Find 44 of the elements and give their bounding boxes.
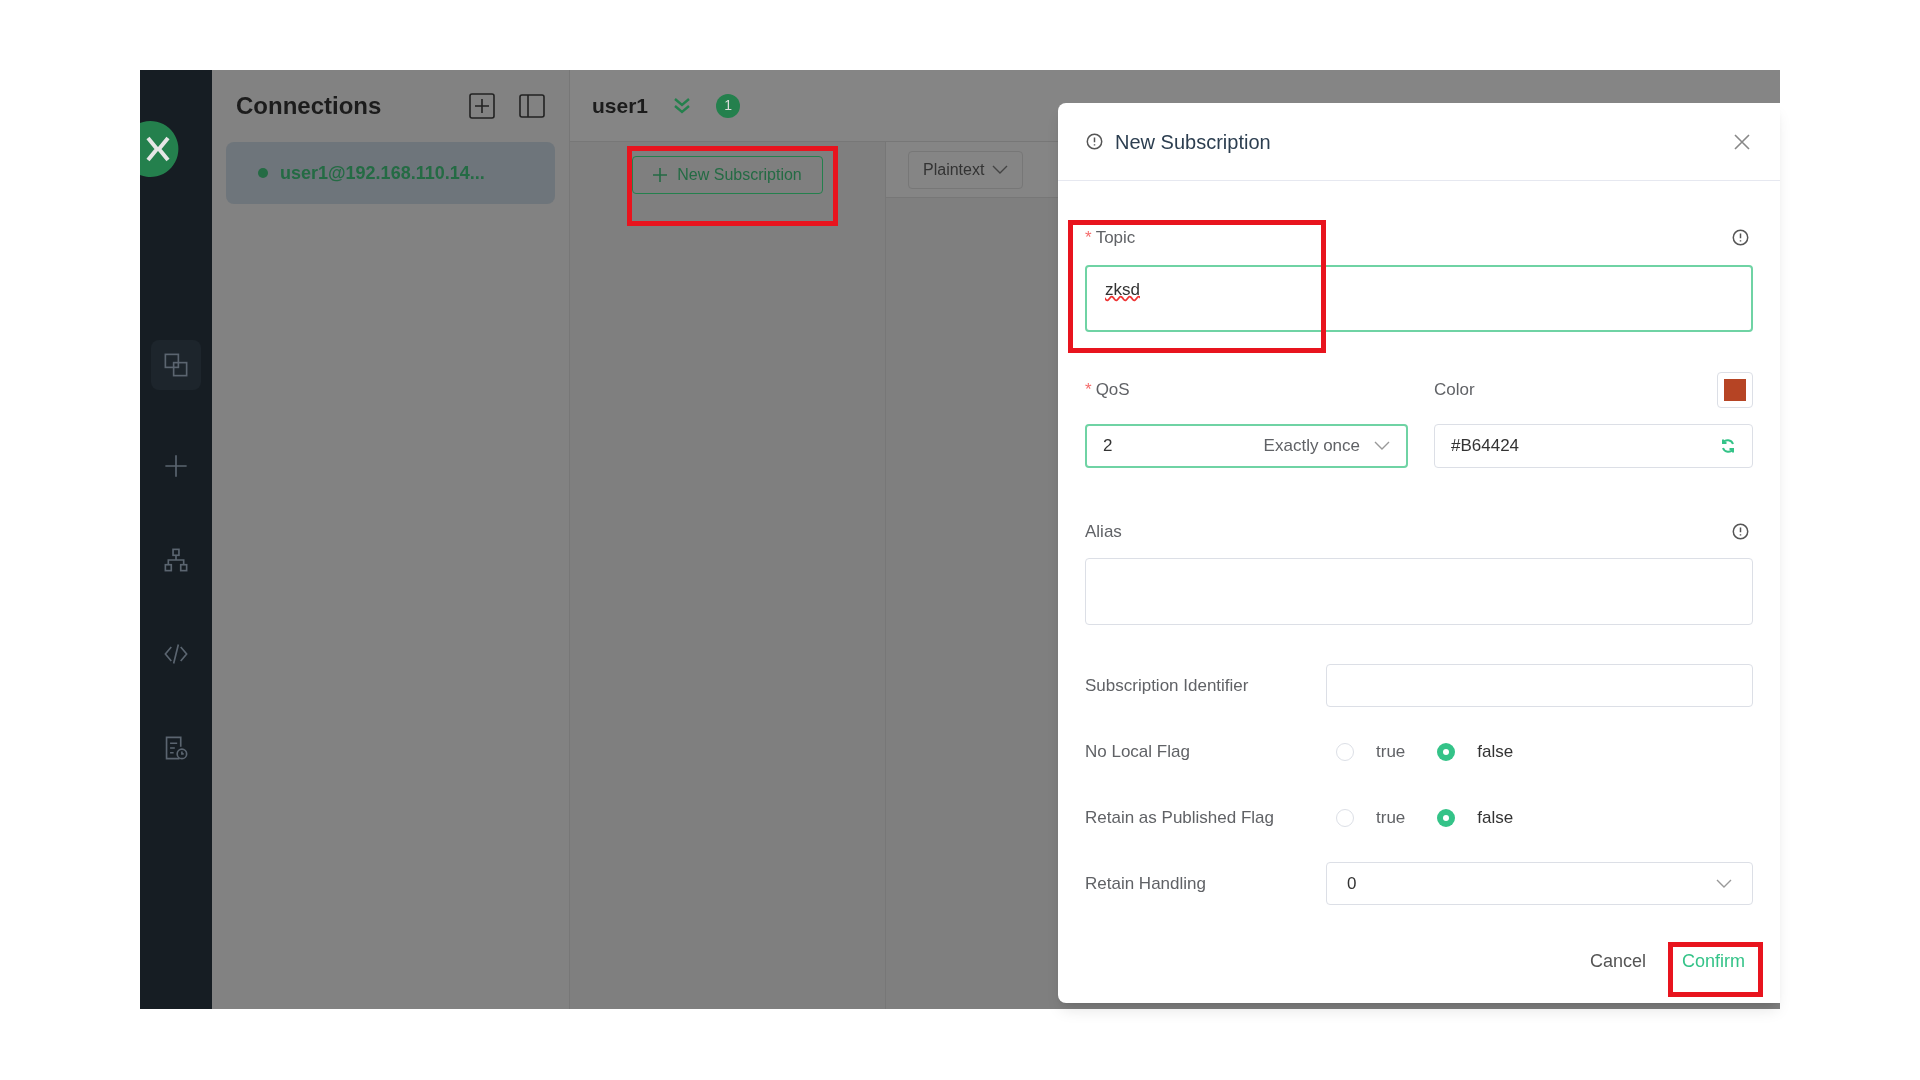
radio-button[interactable] [1437, 808, 1456, 827]
radio-label: true [1376, 806, 1406, 829]
chevron-down-icon [992, 164, 1009, 175]
color-picker[interactable] [1717, 371, 1753, 408]
topic-input-field[interactable]: zksd [1085, 264, 1753, 332]
add-square-icon[interactable] [469, 93, 495, 119]
radio-button[interactable] [1437, 742, 1456, 761]
field-label: Color [1434, 378, 1475, 401]
radio-label: false [1477, 806, 1514, 829]
color-input-field[interactable]: #B64424 [1434, 423, 1753, 468]
field-label: Retain Handling [1085, 872, 1206, 895]
info-icon [1732, 522, 1749, 540]
field-label: Subscription Identifier [1085, 674, 1249, 697]
radio-button[interactable] [1336, 742, 1354, 761]
info-icon [1086, 133, 1103, 150]
field-label: * Topic [1085, 227, 1136, 249]
close-icon[interactable] [1734, 133, 1750, 150]
panel-title: Connections [236, 91, 382, 121]
radio-button[interactable] [1336, 808, 1354, 827]
plus-icon[interactable] [163, 453, 189, 479]
count-badge: 1 [716, 93, 741, 118]
chevron-down-icon [1716, 878, 1732, 889]
qos-select[interactable]: 2 Exactly once [1085, 423, 1408, 468]
info-icon [1732, 229, 1749, 247]
connection-title: user1 [592, 92, 649, 119]
field-label: Retain as Published Flag [1085, 806, 1274, 829]
identifier-input-field[interactable] [1326, 664, 1753, 707]
copy-squares-icon[interactable] [163, 352, 189, 378]
dialog-title: New Subscription [1115, 129, 1271, 155]
retain-handling-select[interactable]: 0 [1326, 862, 1753, 905]
sidebar-item[interactable] [151, 340, 201, 390]
sidebar-toggle-icon[interactable] [519, 94, 545, 118]
plus-icon [653, 168, 668, 182]
chevron-down-icon [1374, 440, 1390, 451]
radio-label: true [1376, 740, 1406, 763]
document-clock-icon[interactable] [163, 735, 189, 761]
radio-label: false [1477, 740, 1514, 763]
field-label: No Local Flag [1085, 740, 1190, 763]
field-label: * QoS [1085, 378, 1131, 401]
field-label: Alias [1085, 520, 1122, 543]
hierarchy-icon[interactable] [163, 547, 189, 573]
alias-input-field[interactable] [1085, 558, 1753, 625]
cancel-button[interactable]: Cancel [1589, 948, 1646, 975]
refresh-icon[interactable] [1720, 437, 1736, 454]
